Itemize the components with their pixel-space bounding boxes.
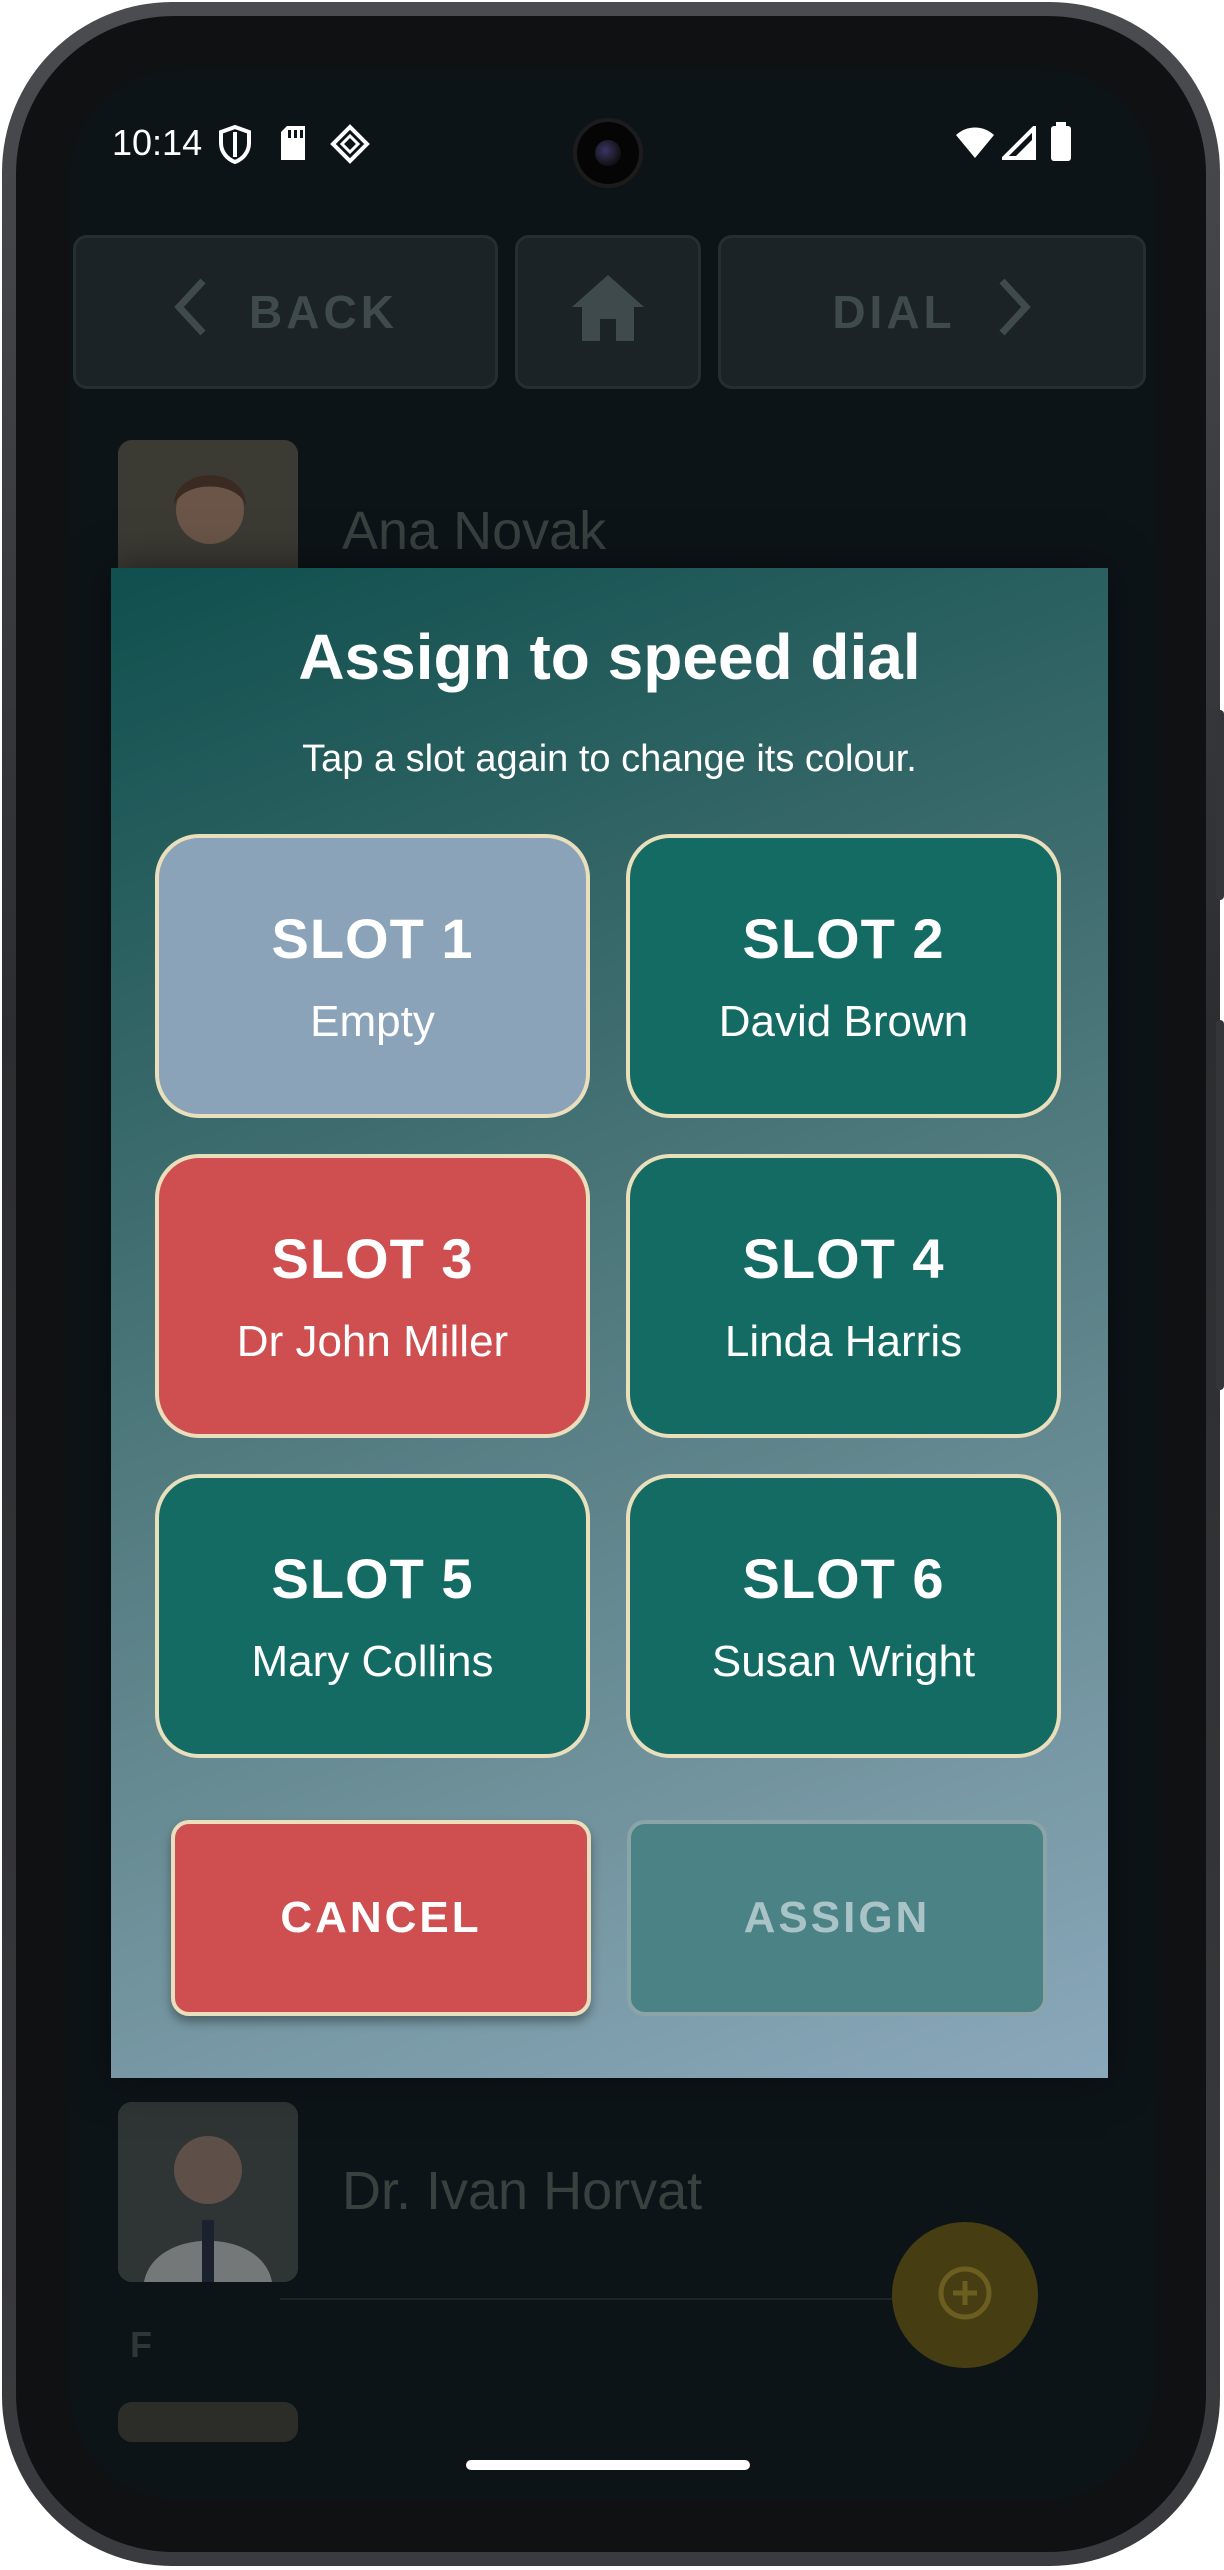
slot-contact-name: Empty (310, 996, 435, 1046)
gesture-home-bar[interactable] (466, 2460, 750, 2470)
home-button[interactable] (515, 235, 701, 389)
slot-label: SLOT 6 (742, 1546, 945, 1610)
slot-contact-name: Susan Wright (711, 1636, 976, 1686)
slot-contact-name: David Brown (718, 996, 969, 1046)
slot-label: SLOT 2 (742, 906, 945, 970)
contact-name: Ana Novak (342, 501, 607, 561)
slot-contact-name: Linda Harris (724, 1316, 963, 1366)
dialog-title: Assign to speed dial (298, 621, 921, 693)
slot-4-button[interactable]: SLOT 4 Linda Harris (626, 1154, 1061, 1438)
add-circle-icon (937, 2265, 993, 2326)
assign-label: ASSIGN (743, 1893, 931, 1942)
slot-3-button[interactable]: SLOT 3 Dr John Miller (155, 1154, 590, 1438)
screen: 10:14 BACK DIAL Ana Novak Dr. Ivan Horva… (70, 70, 1154, 2500)
slot-2-button[interactable]: SLOT 2 David Brown (626, 834, 1061, 1118)
assign-button[interactable]: ASSIGN (627, 1820, 1047, 2016)
speed-dial-dialog: Assign to speed dial Tap a slot again to… (111, 568, 1108, 2078)
dial-button[interactable]: DIAL (718, 235, 1146, 389)
cancel-label: CANCEL (280, 1893, 482, 1942)
slot-6-button[interactable]: SLOT 6 Susan Wright (626, 1474, 1061, 1758)
avatar (118, 2102, 298, 2282)
slot-5-button[interactable]: SLOT 5 Mary Collins (155, 1474, 590, 1758)
cellular-signal-icon (999, 123, 1036, 165)
chevron-left-icon (173, 277, 209, 348)
battery-icon (1050, 122, 1072, 167)
add-contact-fab[interactable] (892, 2222, 1038, 2368)
status-time: 10:14 (112, 122, 203, 163)
avatar (118, 2402, 298, 2442)
wifi-icon (954, 126, 996, 165)
list-divider (280, 2298, 980, 2300)
sd-card-icon (278, 124, 308, 167)
status-bar: 10:14 (70, 70, 1154, 220)
dial-label: DIAL (832, 286, 956, 338)
slot-1-button[interactable]: SLOT 1 Empty (155, 834, 590, 1118)
back-button[interactable]: BACK (73, 235, 498, 389)
slot-label: SLOT 3 (271, 1226, 474, 1290)
shield-icon (218, 124, 252, 169)
slot-contact-name: Dr John Miller (236, 1316, 509, 1366)
slot-contact-name: Mary Collins (251, 1636, 494, 1686)
front-camera (573, 118, 643, 188)
slot-label: SLOT 5 (271, 1546, 474, 1610)
volume-button (1216, 1020, 1224, 1390)
slot-label: SLOT 1 (271, 906, 474, 970)
background-nav: BACK DIAL (70, 235, 1154, 395)
home-icon (568, 271, 648, 354)
section-header: F (130, 2324, 152, 2365)
back-label: BACK (249, 286, 398, 338)
contact-name: Dr. Ivan Horvat (342, 2161, 703, 2221)
cancel-button[interactable]: CANCEL (171, 1820, 591, 2016)
chevron-right-icon (996, 277, 1032, 348)
power-button (1216, 710, 1224, 900)
slot-label: SLOT 4 (742, 1226, 945, 1290)
dialog-subtitle: Tap a slot again to change its colour. (302, 738, 917, 780)
data-saver-icon (330, 124, 370, 169)
